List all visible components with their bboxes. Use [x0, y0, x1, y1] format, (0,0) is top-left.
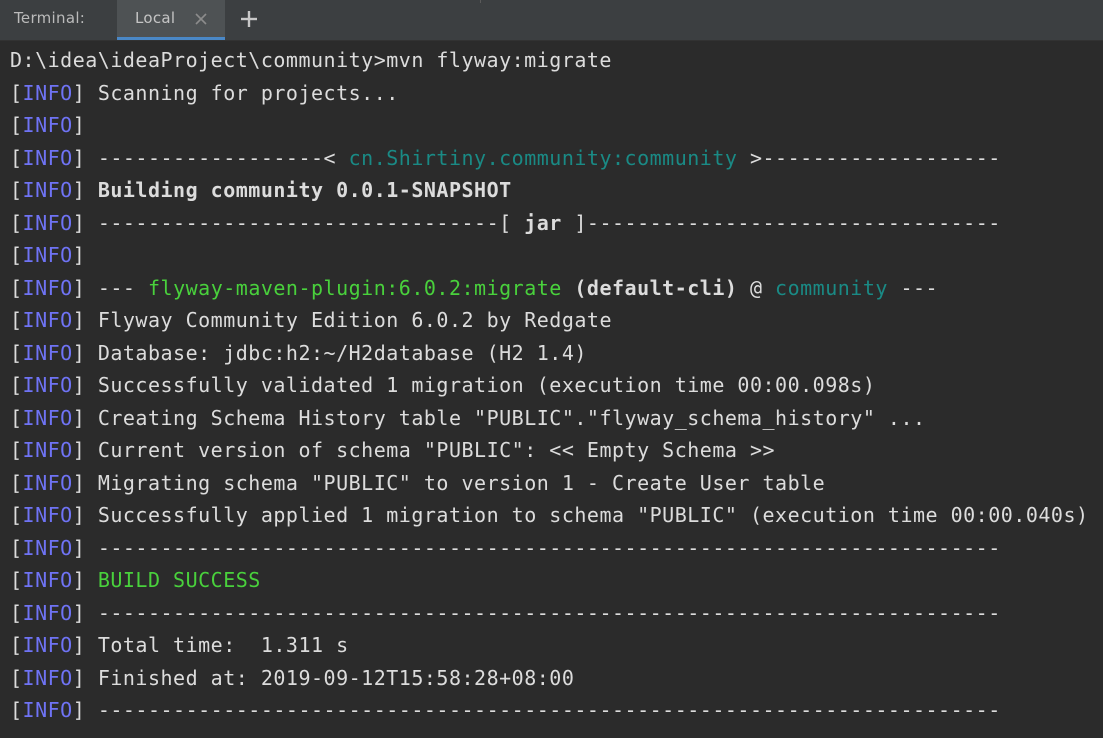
tab-local[interactable]: Local: [117, 0, 225, 40]
log-line: [INFO] --------------------------------[…: [10, 210, 1001, 235]
log-message: Migrating schema "PUBLIC" to version 1 -…: [97, 470, 826, 495]
log-line: [INFO] Successfully validated 1 migratio…: [10, 373, 876, 397]
plus-icon[interactable]: [238, 8, 260, 30]
log-level: INFO: [22, 373, 73, 397]
tab-local-label: Local: [135, 9, 176, 27]
log-level: INFO: [22, 438, 73, 462]
build-title: Building community 0.0.1-SNAPSHOT: [97, 178, 512, 202]
log-line: [INFO]: [10, 113, 86, 137]
log-level: INFO: [22, 405, 73, 430]
project-name: community: [775, 275, 888, 300]
log-line: [INFO] Current version of schema "PUBLIC…: [10, 438, 776, 462]
log-line: [INFO] BUILD SUCCESS: [10, 568, 261, 592]
log-line: [INFO] Finished at: 2019-09-12T15:58:28+…: [10, 665, 575, 690]
log-line: [INFO] Migrating schema "PUBLIC" to vers…: [10, 470, 826, 495]
log-message: Successfully applied 1 migration to sche…: [97, 503, 1089, 527]
log-level: INFO: [22, 470, 73, 495]
finished-at: Finished at: 2019-09-12T15:58:28+08:00: [97, 665, 575, 690]
log-level: INFO: [22, 340, 73, 365]
log-level: INFO: [22, 665, 73, 690]
log-message: Database: jdbc:h2:~/H2database (H2 1.4): [97, 340, 587, 365]
log-line: [INFO] ------------------< cn.Shirtiny.c…: [10, 145, 1001, 170]
log-line: [INFO] ---------------------------------…: [10, 600, 1001, 625]
log-level: INFO: [22, 113, 73, 137]
log-level: INFO: [22, 698, 73, 722]
log-level: INFO: [22, 210, 73, 235]
log-level: INFO: [22, 275, 73, 300]
at-sign: @: [737, 275, 776, 300]
terminal-lines: D:\idea\ideaProject\community>mvn flyway…: [10, 47, 1089, 730]
separator-text: ---: [97, 275, 148, 300]
separator-text: ----------------------------------------…: [97, 600, 1001, 625]
log-message: Flyway Community Edition 6.0.2 by Redgat…: [97, 308, 612, 332]
tab-bar-separator: [480, 0, 481, 3]
log-level: INFO: [22, 243, 73, 267]
log-message: Scanning for projects...: [97, 80, 399, 105]
separator-text: --------------------------------[: [97, 210, 525, 235]
log-message: Creating Schema History table "PUBLIC"."…: [97, 405, 926, 430]
log-line: [INFO] --- flyway-maven-plugin:6.0.2:mig…: [10, 275, 939, 300]
separator-text: ------------------<: [97, 145, 349, 170]
log-level: INFO: [22, 503, 73, 527]
build-status: BUILD SUCCESS: [97, 568, 261, 592]
terminal-tool-label: Terminal:: [14, 9, 86, 27]
log-line: [INFO] Creating Schema History table "PU…: [10, 405, 926, 430]
command-text: D:\idea\ideaProject\community>mvn flyway…: [10, 48, 612, 72]
separator-text: ----------------------------------------…: [97, 535, 1001, 560]
log-level: INFO: [22, 568, 73, 592]
log-line: [INFO] Scanning for projects...: [10, 80, 399, 105]
log-line: [INFO]: [10, 243, 86, 267]
separator-text: ]---------------------------------: [561, 210, 1001, 235]
artifact-id: cn.Shirtiny.community:community: [348, 145, 738, 170]
execution-id: (default-cli): [561, 275, 738, 300]
log-message: Current version of schema "PUBLIC": << E…: [97, 438, 776, 462]
log-level: INFO: [22, 80, 73, 105]
log-level: INFO: [22, 178, 73, 202]
log-line: [INFO] Building community 0.0.1-SNAPSHOT: [10, 178, 512, 202]
plugin-goal: flyway-maven-plugin:6.0.2:migrate: [147, 275, 562, 300]
packaging-type: jar: [524, 210, 562, 235]
log-level: INFO: [22, 535, 73, 560]
log-level: INFO: [22, 600, 73, 625]
ide-terminal-window: Terminal: Local D:\idea\ideaProject\comm…: [0, 0, 1103, 738]
log-level: INFO: [22, 145, 73, 170]
log-line: [INFO] Database: jdbc:h2:~/H2database (H…: [10, 340, 587, 365]
log-level: INFO: [22, 633, 73, 657]
separator-text: ----------------------------------------…: [97, 698, 1001, 722]
log-line: [INFO] ---------------------------------…: [10, 698, 1001, 722]
log-line: [INFO] Flyway Community Edition 6.0.2 by…: [10, 308, 612, 332]
total-time: Total time: 1.311 s: [97, 633, 349, 657]
prompt-line: D:\idea\ideaProject\community>mvn flyway…: [10, 47, 1089, 80]
separator-text: >-------------------: [737, 145, 1001, 170]
log-level: INFO: [22, 308, 73, 332]
terminal-tab-bar: Terminal: Local: [0, 0, 1103, 41]
log-line: [INFO] Total time: 1.311 s: [10, 633, 349, 657]
close-icon[interactable]: [193, 11, 209, 27]
separator-text: ---: [887, 275, 939, 300]
log-line: [INFO] ---------------------------------…: [10, 535, 1001, 560]
terminal-output[interactable]: D:\idea\ideaProject\community>mvn flyway…: [0, 41, 1103, 738]
log-message: Successfully validated 1 migration (exec…: [97, 373, 876, 397]
log-line: [INFO] Successfully applied 1 migration …: [10, 503, 1089, 527]
